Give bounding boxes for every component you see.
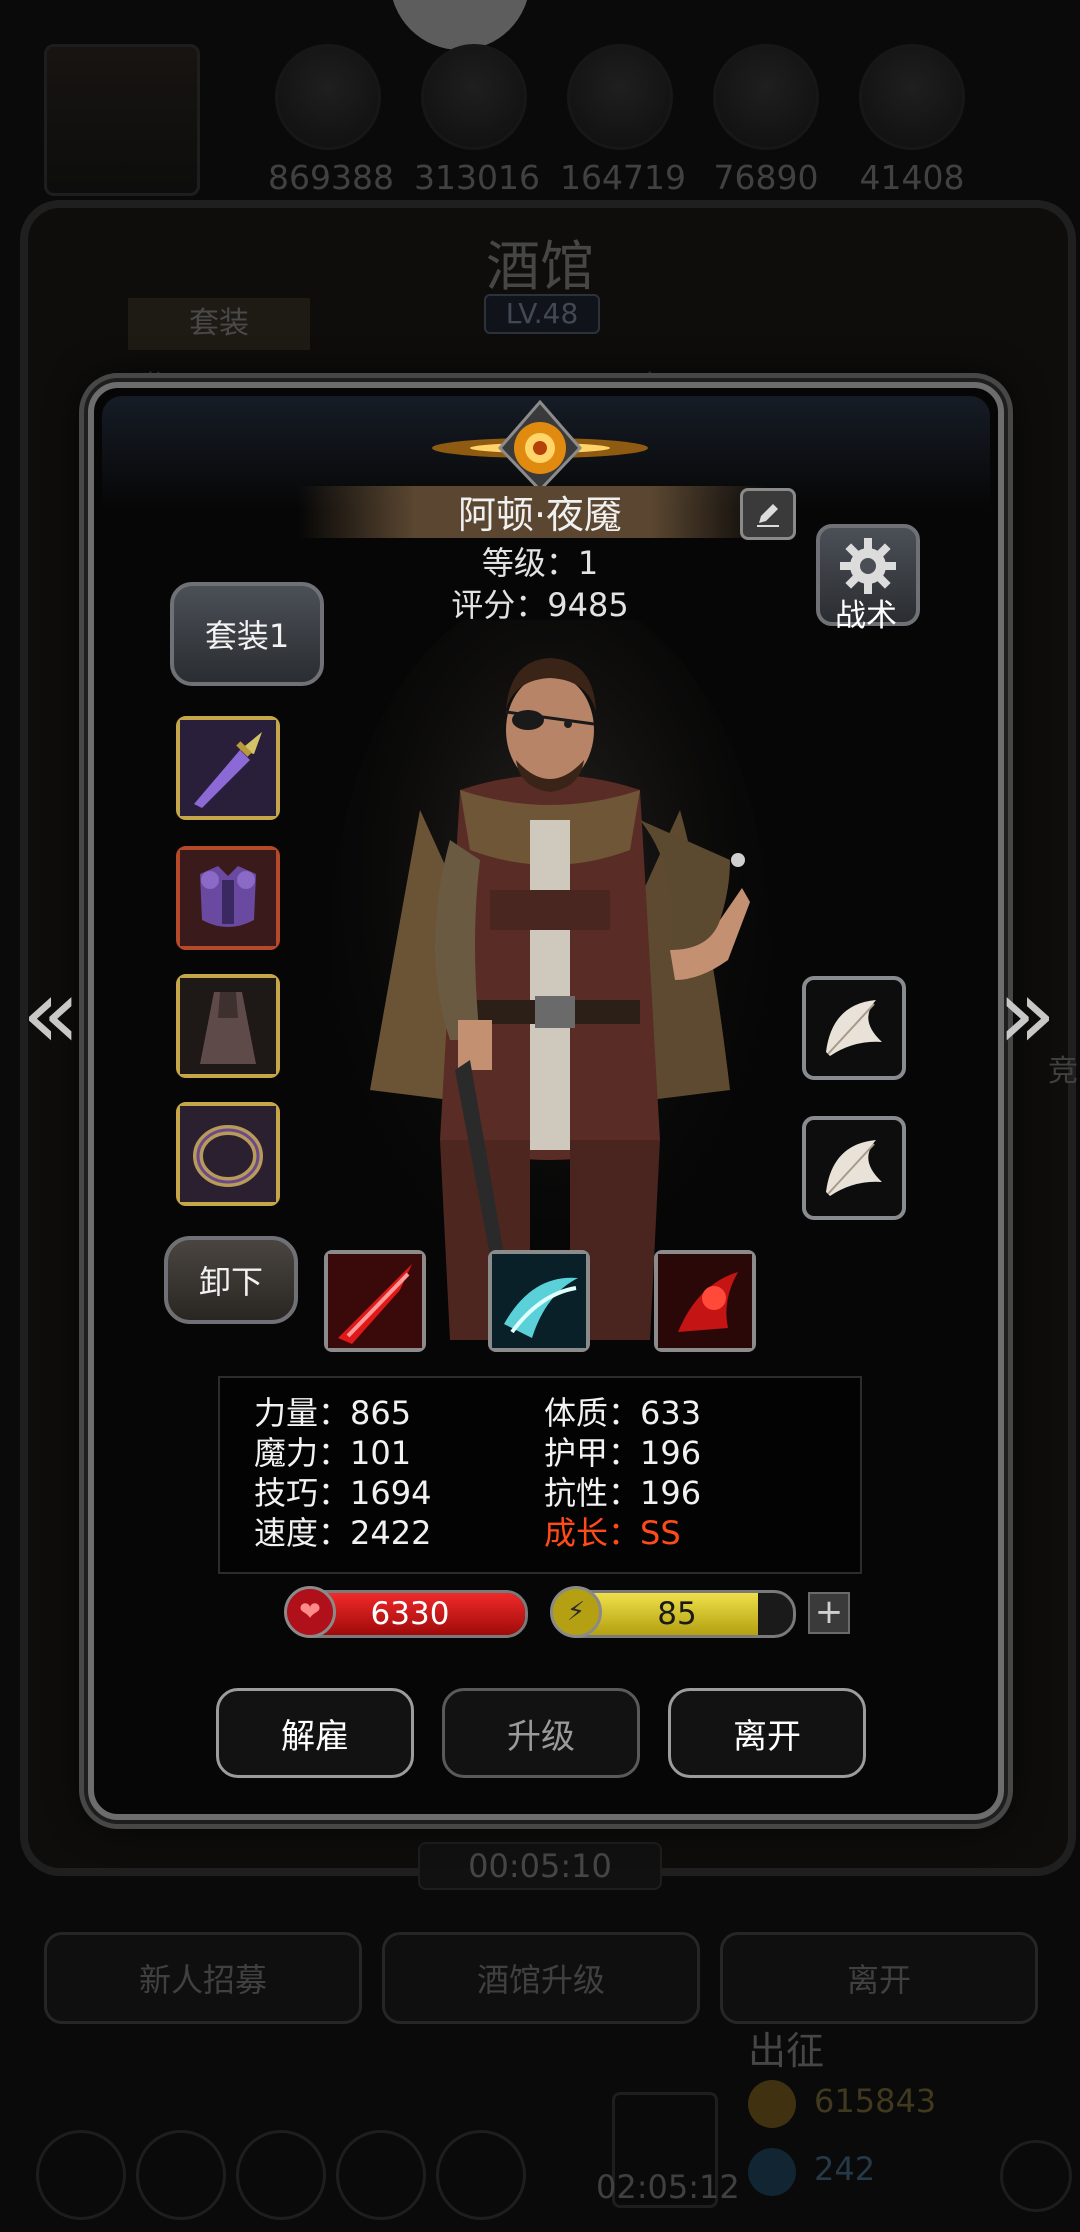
accessory-slot-2[interactable] [802,1116,906,1220]
nav-icon-4[interactable] [336,2130,426,2220]
resource-value: 869388 [268,158,394,197]
plus-icon: + [814,1592,844,1632]
dismiss-button[interactable]: 解雇 [216,1688,414,1778]
resource-3: 164719 [560,44,686,214]
resource-value: 41408 [859,158,965,197]
gear-icon [840,538,896,594]
nav-icon-5[interactable] [436,2130,526,2220]
feather-icon [826,1140,882,1196]
bg-timer: 00:05:10 [418,1842,662,1890]
skill-slot-3[interactable] [654,1250,756,1352]
nav-icon-2[interactable] [136,2130,226,2220]
top-avatar [390,0,530,50]
stat-growth: 成长：SS [544,1514,681,1552]
armor-icon [180,850,276,946]
deploy-value-1: 615843 [814,2082,937,2120]
tactics-label: 战术 [835,598,897,634]
ice-wave-icon [492,1254,586,1348]
lightning-icon: ⚡ [550,1586,602,1638]
resource-4: 76890 [706,44,826,214]
set-button-label: 套装1 [204,617,290,655]
unequip-label: 卸下 [198,1263,263,1301]
cloak-icon [180,978,276,1074]
hero-level: 等级：1 [481,544,599,582]
nav-icon-1[interactable] [36,2130,126,2220]
add-energy-button[interactable]: + [808,1592,850,1634]
upgrade-button[interactable]: 升级 [442,1688,640,1778]
heart-icon: ❤ [284,1586,336,1638]
rename-button[interactable] [740,488,796,540]
resource-1: 869388 [268,44,394,214]
tavern-leave-button[interactable]: 离开 [720,1932,1038,2024]
coin-icon [748,2080,796,2128]
tavern-level: LV.48 [484,294,600,334]
prev-hero-arrow-icon[interactable]: « [14,966,88,1064]
deploy-value-2: 242 [814,2150,876,2188]
leave-label: 离开 [733,1716,801,1757]
resource-value: 76890 [713,158,819,197]
weapon-slot[interactable] [176,716,280,820]
resource-value: 313016 [414,158,540,197]
recruit-button[interactable]: 新人招募 [44,1932,362,2024]
red-slash-icon [328,1254,422,1348]
resource-icon [859,44,965,150]
bottom-timer: 02:05:12 [596,2168,740,2206]
upgrade-label: 升级 [507,1716,575,1757]
leave-button[interactable]: 离开 [668,1688,866,1778]
resource-icon [275,44,381,150]
resource-2: 313016 [414,44,540,214]
resource-icon [421,44,527,150]
blood-claw-icon [658,1254,752,1348]
tab-set[interactable]: 套装 [128,298,310,350]
resource-icon [567,44,673,150]
dismiss-label: 解雇 [281,1716,349,1757]
cloak-slot[interactable] [176,974,280,1078]
unequip-button[interactable]: 卸下 [164,1236,298,1324]
tavern-leave-label: 离开 [846,1961,911,1999]
resource-icon [713,44,819,150]
pencil-icon [757,504,779,527]
gem-icon [748,2148,796,2196]
nav-icon-3[interactable] [236,2130,326,2220]
resource-5: 41408 [852,44,972,214]
hero-name: 阿顿·夜魇 [457,493,623,537]
stats-panel: 力量：865 体质：633 魔力：101 护甲：196 技巧：1694 抗性：1… [218,1376,862,1574]
dagger-icon [180,720,276,816]
skill-slot-2[interactable] [488,1250,590,1352]
tavern-upgrade-label: 酒馆升级 [476,1961,605,1999]
stat-speed: 速度：2422 [254,1514,432,1552]
tavern-upgrade-button[interactable]: 酒馆升级 [382,1932,700,2024]
skill-slot-1[interactable] [324,1250,426,1352]
bg-timer-text: 00:05:10 [468,1847,612,1885]
player-portrait [44,44,200,196]
tavern-title: 酒馆 [486,235,594,298]
deploy-label: 出征 [748,2029,825,2073]
next-hero-arrow-icon[interactable]: » [990,966,1064,1064]
set-button[interactable]: 套装1 [170,582,324,686]
nav-icon-6[interactable] [1000,2140,1072,2212]
feather-icon [826,1000,882,1056]
ring-icon [180,1106,276,1202]
armor-slot[interactable] [176,846,280,950]
ring-slot[interactable] [176,1102,280,1206]
accessory-slot-1[interactable] [802,976,906,1080]
recruit-label: 新人招募 [138,1961,267,1999]
resource-value: 164719 [560,158,686,197]
sun-emblem-icon [432,399,648,492]
